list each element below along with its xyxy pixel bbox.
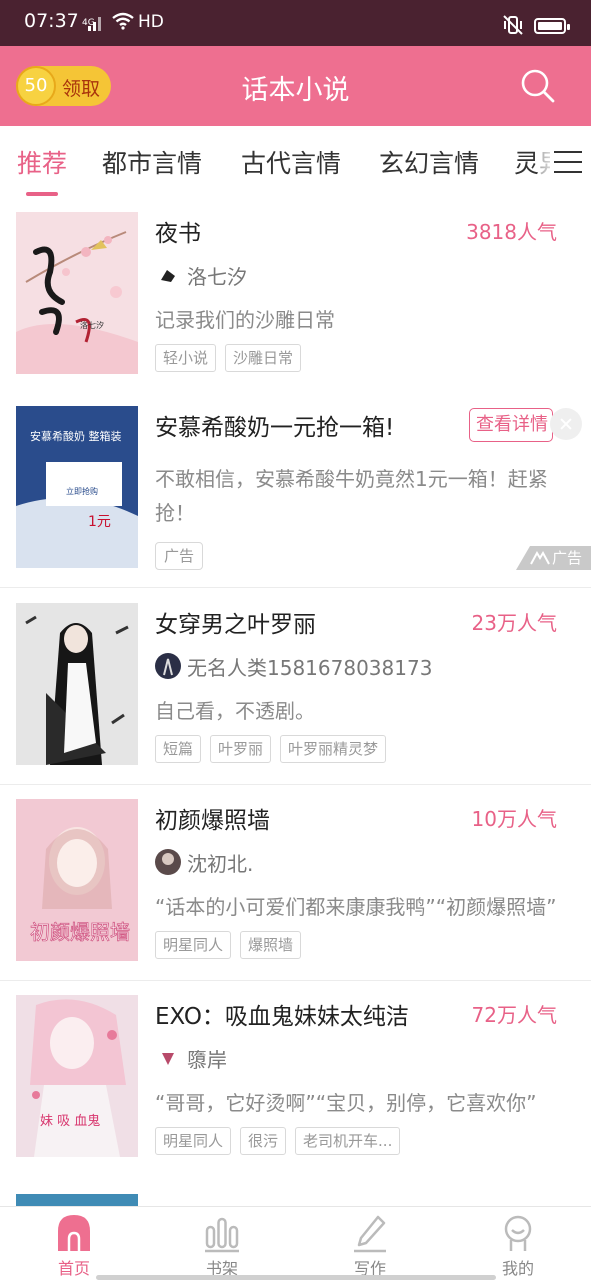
tab-fantasy-romance[interactable]: 玄幻言情 [379, 144, 479, 180]
tag-list: 短篇 叶罗丽 叶罗丽精灵梦 [155, 735, 395, 765]
book-title: 女穿男之叶罗丽 [155, 612, 316, 638]
tag-list: 明星同人 很污 老司机开车... [155, 1127, 409, 1157]
book-popularity: 23万人气 [471, 611, 557, 635]
book-title: EXO：吸血鬼妹妹太纯洁 [155, 1004, 409, 1030]
ad-badge: 广告 [155, 542, 204, 570]
book-description: “话本的小可爱们都来康康我鸭”“初颜爆照墙” [155, 895, 557, 919]
book-item[interactable]: 妹 吸 血鬼 EXO：吸血鬼妹妹太纯洁 72万人气 隳岸 “哥哥，它好烫啊”“宝… [0, 981, 591, 1177]
nav-home[interactable]: 首页 [0, 1207, 148, 1280]
ad-network-label: 广告 [552, 549, 583, 567]
app-header: 50 领取 话本小说 [0, 46, 591, 126]
status-bar: 07:37 4G HD [0, 0, 591, 46]
nav-bookshelf[interactable]: 书架 [148, 1207, 296, 1280]
author-name: 洛七汐 [187, 265, 247, 289]
tag[interactable]: 很污 [240, 1127, 287, 1155]
tab-recommend[interactable]: 推荐 [17, 144, 67, 180]
tag-list: 明星同人 爆照墙 [155, 931, 310, 961]
app-title: 话本小说 [241, 75, 350, 106]
ad-image-card: 立即抢购 [66, 486, 98, 496]
home-icon [58, 1215, 90, 1251]
book-popularity: 72万人气 [471, 1003, 557, 1027]
profile-icon [504, 1215, 532, 1251]
book-title: 初颜爆照墙 [155, 808, 270, 834]
hd-indicator: HD [138, 12, 164, 32]
book-cover: 初颜爆照墙 [16, 799, 138, 961]
pen-icon [354, 1215, 386, 1253]
tab-ancient-romance[interactable]: 古代言情 [241, 144, 341, 180]
status-time: 07:37 [24, 10, 79, 32]
book-popularity: 10万人气 [471, 807, 557, 831]
ad-item[interactable]: 安慕希酸奶 整箱装 立即抢购 1元 安慕希酸奶一元抢一箱! 查看详情 不敢相信，… [0, 392, 591, 588]
book-item[interactable]: 初颜爆照墙 初颜爆照墙 10万人气 沈初北. “话本的小可爱们都来康康我鸭”“初… [0, 785, 591, 981]
tab-urban-romance[interactable]: 都市言情 [102, 144, 202, 180]
home-indicator[interactable] [96, 1275, 496, 1280]
author-avatar [155, 1045, 181, 1071]
category-tabs: 推荐 都市言情 古代言情 玄幻言情 灵异 [0, 126, 591, 200]
tag[interactable]: 叶罗丽 [210, 735, 272, 763]
ad-image-title: 安慕希酸奶 整箱装 [30, 429, 122, 443]
ad-close-icon[interactable] [550, 408, 582, 440]
book-cover: 妹 吸 血鬼 [16, 995, 138, 1157]
ad-view-details-button[interactable]: 查看详情 [469, 408, 553, 442]
book-item[interactable]: 女穿男之叶罗丽 23万人气 无名人类1581678038173 自己看，不透剧。… [0, 589, 591, 785]
menu-icon[interactable] [554, 149, 582, 175]
ad-network-mark: 广告 [516, 546, 591, 570]
book-item-partial[interactable] [0, 1176, 591, 1206]
book-description: 自己看，不透剧。 [155, 699, 315, 723]
book-cover [16, 1194, 138, 1206]
cover-title: 妹 吸 血鬼 [40, 1113, 100, 1129]
author-name: 沈初北. [187, 852, 254, 876]
book-title: 夜书 [155, 221, 201, 247]
book-item[interactable]: 洛七汐 夜书 3818人气 洛七汐 记录我们的沙雕日常 轻小说 沙雕日常 [0, 198, 591, 394]
wifi-icon [112, 12, 134, 30]
author-name: 隳岸 [187, 1048, 227, 1072]
nav-profile[interactable]: 我的 [444, 1207, 591, 1280]
active-tab-indicator [26, 192, 58, 196]
tag[interactable]: 短篇 [155, 735, 202, 763]
author-avatar [155, 653, 181, 679]
cover-author: 洛七汐 [80, 320, 104, 330]
tag-list: 轻小说 沙雕日常 [155, 344, 310, 374]
ad-image-price: 1元 [88, 514, 111, 530]
tag[interactable]: 明星同人 [155, 1127, 232, 1155]
book-description: 记录我们的沙雕日常 [155, 308, 335, 332]
battery-icon [534, 18, 570, 34]
book-cover [16, 603, 138, 765]
cover-title: 初颜爆照墙 [30, 920, 130, 944]
tag[interactable]: 爆照墙 [240, 931, 302, 959]
tag[interactable]: 沙雕日常 [225, 344, 302, 372]
book-description: “哥哥，它好烫啊”“宝贝，别停，它喜欢你” [155, 1091, 537, 1115]
ad-network-logo-icon [530, 550, 550, 565]
ad-description: 不敢相信，安慕希酸牛奶竟然1元一箱！赶紧抢！ [155, 467, 548, 525]
author-avatar [155, 262, 181, 288]
ad-image: 安慕希酸奶 整箱装 立即抢购 1元 [16, 406, 138, 568]
signal-icon [88, 17, 101, 31]
tag[interactable]: 老司机开车... [295, 1127, 401, 1155]
ad-title: 安慕希酸奶一元抢一箱! [155, 415, 395, 441]
tag[interactable]: 轻小说 [155, 344, 217, 372]
author-name: 无名人类1581678038173 [187, 656, 433, 680]
search-icon[interactable] [518, 66, 558, 106]
author-avatar [155, 849, 181, 875]
nav-write[interactable]: 写作 [296, 1207, 444, 1280]
tag[interactable]: 叶罗丽精灵梦 [280, 735, 387, 763]
vibrate-mute-icon [503, 15, 523, 35]
book-cover: 洛七汐 [16, 212, 138, 374]
bottom-nav: 首页 书架 写作 我的 [0, 1206, 591, 1280]
book-popularity: 3818人气 [466, 220, 557, 244]
bookshelf-icon [205, 1217, 239, 1253]
tag[interactable]: 明星同人 [155, 931, 232, 959]
